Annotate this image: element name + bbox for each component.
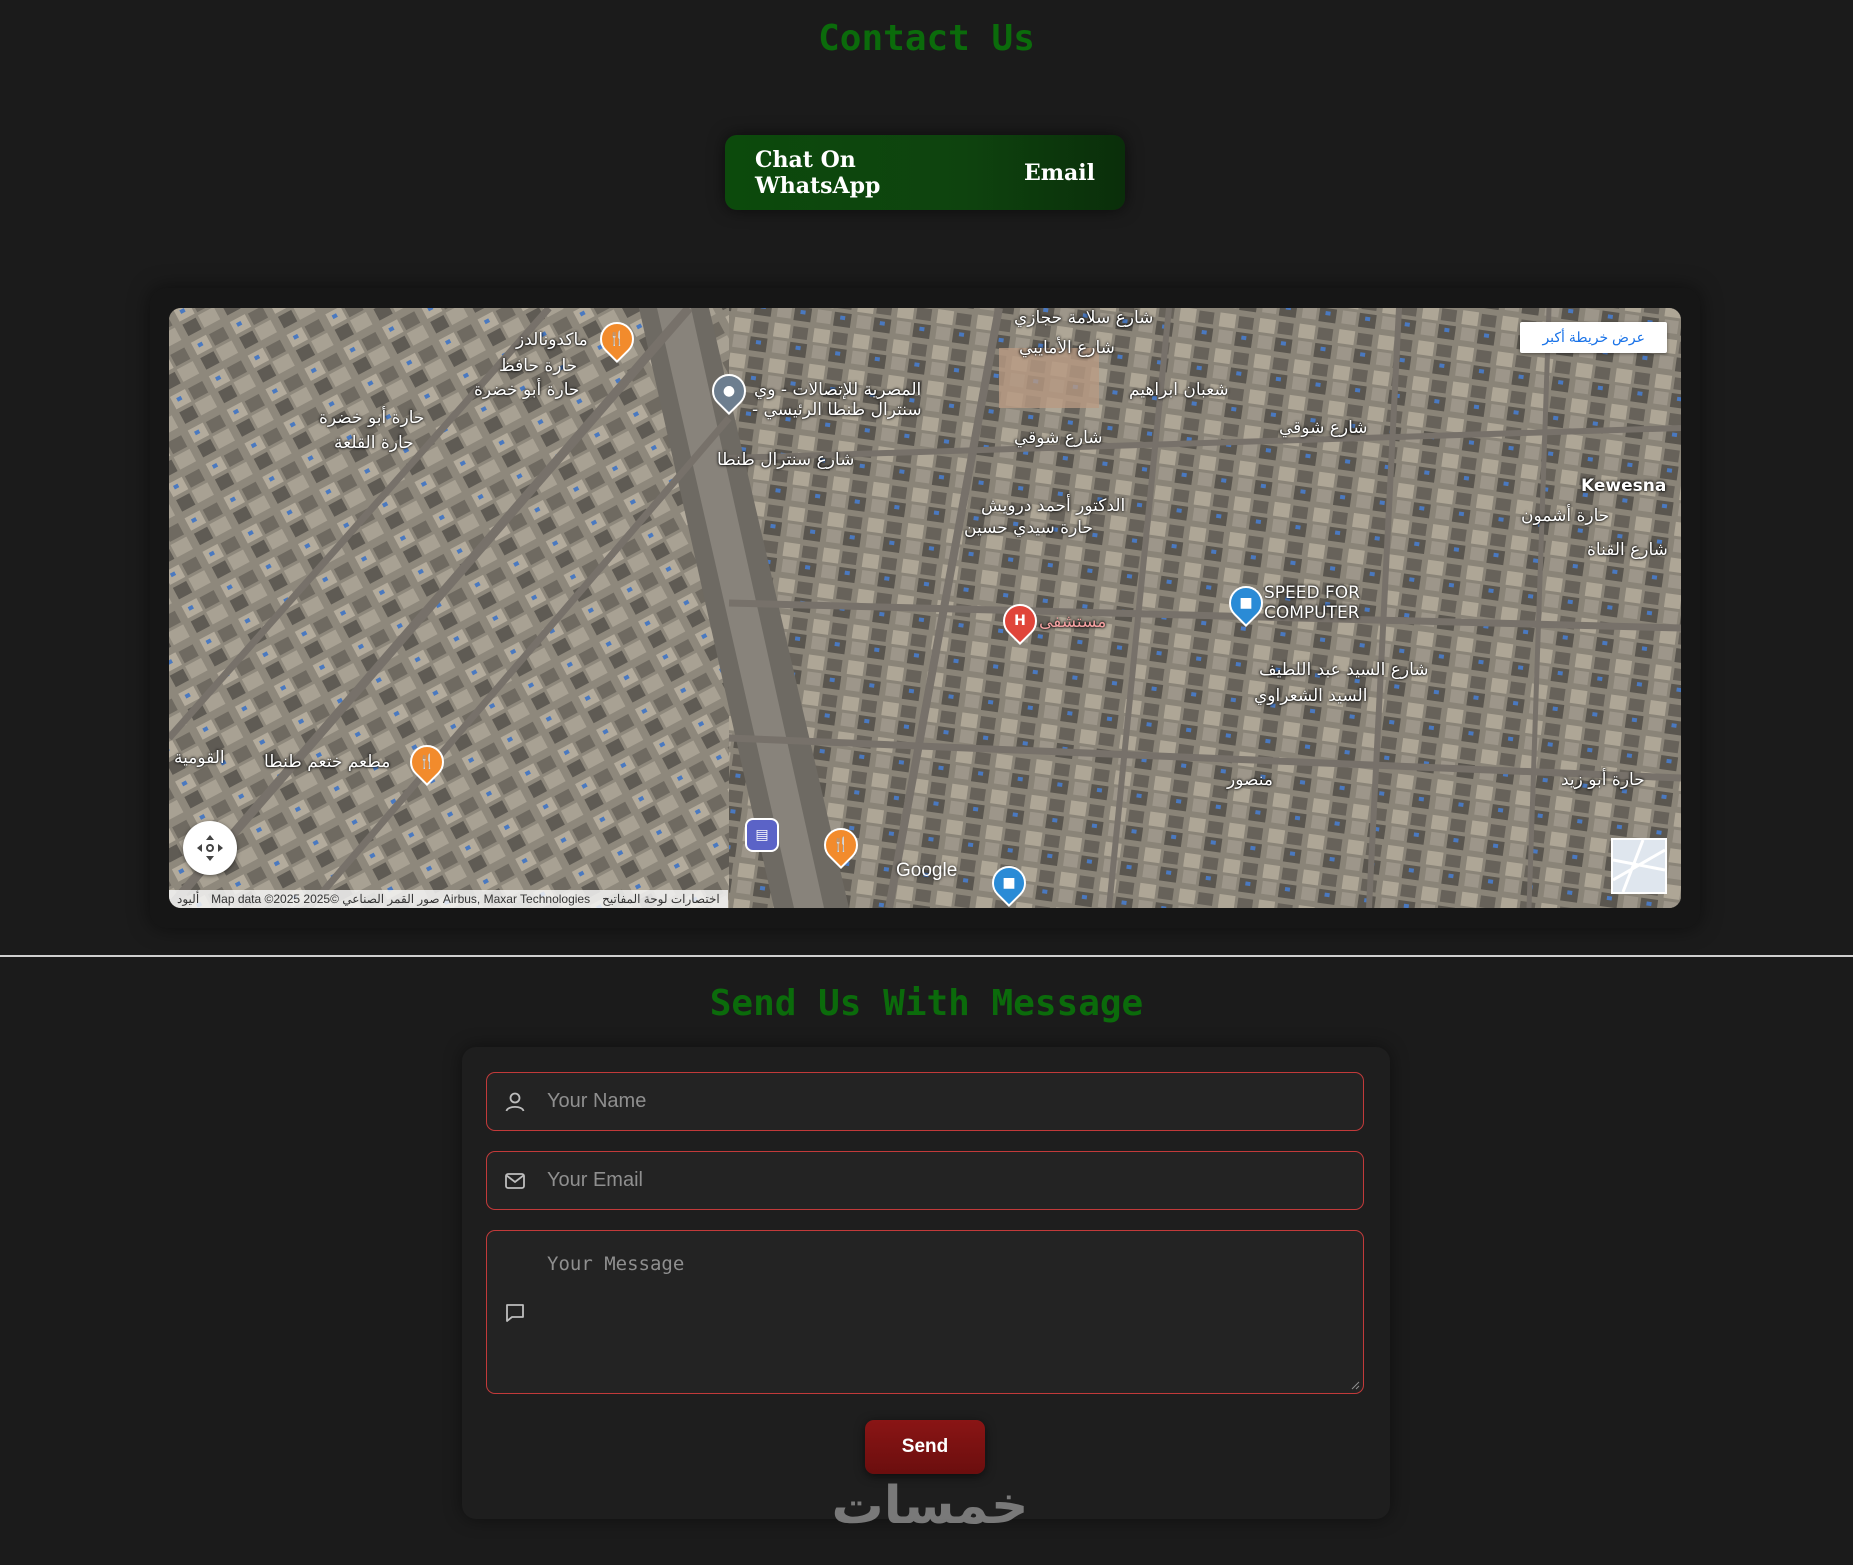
map-label-shawqi-2: شارع شوقي — [1279, 418, 1368, 438]
message-field[interactable]: Your Message — [486, 1230, 1364, 1394]
map-attribution: أليود Map data ©2025 2025© صور القمر الص… — [169, 890, 728, 908]
map-label-speed-2: COMPUTER — [1264, 603, 1360, 623]
message-textarea[interactable]: Your Message — [547, 1253, 684, 1275]
map-data-text: Map data ©2025 2025© صور القمر الصناعي A… — [211, 892, 591, 906]
google-logo: Google — [896, 860, 958, 881]
chat-bubble-icon — [506, 1304, 524, 1322]
map-label-ashmoun: حارة أشمون — [1521, 506, 1610, 526]
resize-handle-icon[interactable] — [1350, 1380, 1360, 1390]
map-label-kewesna: Kewesna — [1581, 476, 1667, 496]
map-label-sidi-hassanein: حارة سيدي حسين — [964, 518, 1093, 538]
roadmap-thumbnail-icon — [1613, 840, 1665, 892]
map-label-qanaa: شارع القناة — [1587, 540, 1668, 560]
email-button[interactable]: Email — [994, 160, 1125, 186]
map-card: ماكدونالدز حارة حافظ حارة أبو خضرة حارة … — [150, 288, 1700, 928]
contact-title: Contact Us — [818, 18, 1035, 59]
message-title: Send Us With Message — [709, 983, 1144, 1024]
map-label-abu-khadra: حارة أبو خضرة — [474, 380, 580, 400]
envelope-icon — [505, 1173, 525, 1189]
atm-icon[interactable]: ▤ — [745, 818, 779, 852]
map-label-central-st: شارع سنترال طنطا — [717, 450, 855, 470]
map-label-telecom-2: - سنترال طنطا الرئيسي — [752, 400, 922, 420]
name-field[interactable]: Your Name — [486, 1072, 1364, 1131]
map-label-speed-1: SPEED FOR — [1264, 583, 1360, 603]
map-label-khatam: مطعم ختعم طنطا — [264, 752, 391, 772]
email-field[interactable]: Your Email — [486, 1151, 1364, 1210]
map-label-shaaban-ibrahim: شعبان ابراهيم — [1129, 380, 1229, 400]
contact-buttons: Chat On WhatsApp Email — [725, 135, 1125, 210]
section-divider — [0, 955, 1853, 957]
move-arrows-icon — [197, 835, 223, 861]
map-label-shaarawy: السيد الشعراوي — [1254, 686, 1368, 706]
map-type-toggle[interactable] — [1611, 838, 1667, 894]
map-label-abu-khadra-2: حارة أبو خضرة — [319, 408, 425, 428]
email-input[interactable]: Your Email — [547, 1169, 643, 1192]
name-input[interactable]: Your Name — [547, 1090, 646, 1113]
map-label-salama-hegazy: شارع سلامة حجازي — [1014, 308, 1154, 328]
user-icon — [505, 1092, 525, 1112]
map-label-darwish: الدكتور أحمد درويش — [981, 496, 1126, 516]
map-updates-link[interactable]: أليود — [177, 890, 199, 908]
map-label-qalaa: حارة القلعة — [334, 433, 414, 453]
khamsat-watermark: خمسات — [831, 1476, 1029, 1536]
contact-page: Contact Us Chat On WhatsApp Email ماكدون… — [0, 0, 1853, 1565]
map-label-shawqi: شارع شوقي — [1014, 428, 1103, 448]
map-label-mansour: منصور — [1227, 770, 1273, 790]
satellite-imagery — [169, 308, 1681, 908]
whatsapp-button[interactable]: Chat On WhatsApp — [725, 147, 994, 199]
send-button[interactable]: Send — [865, 1420, 985, 1474]
keyboard-shortcuts-link[interactable]: اختصارات لوحة المفاتيح — [602, 890, 720, 908]
larger-map-link[interactable]: عرض خريطة أكبر — [1520, 322, 1667, 353]
map-label-mcdonalds: ماكدونالدز — [516, 330, 588, 350]
map-embed[interactable]: ماكدونالدز حارة حافظ حارة أبو خضرة حارة … — [169, 308, 1681, 908]
recenter-button[interactable] — [183, 821, 237, 875]
map-label-abdellatif: شارع السيد عبد اللطيف — [1259, 660, 1429, 680]
map-label-telecom: المصرية للإتصالات - وي — [754, 380, 922, 400]
map-label-amayeb: شارع الأمايبي — [1019, 338, 1115, 358]
map-label-hospital: مستشفى — [1039, 612, 1107, 632]
map-label-abu-zeid: حارة أبو زيد — [1561, 770, 1645, 790]
map-label-qawmia: القومية — [174, 748, 225, 768]
message-form: Your Name Your Email Your Message Send — [462, 1047, 1390, 1519]
map-label-hafez: حارة حافظ — [499, 356, 578, 376]
